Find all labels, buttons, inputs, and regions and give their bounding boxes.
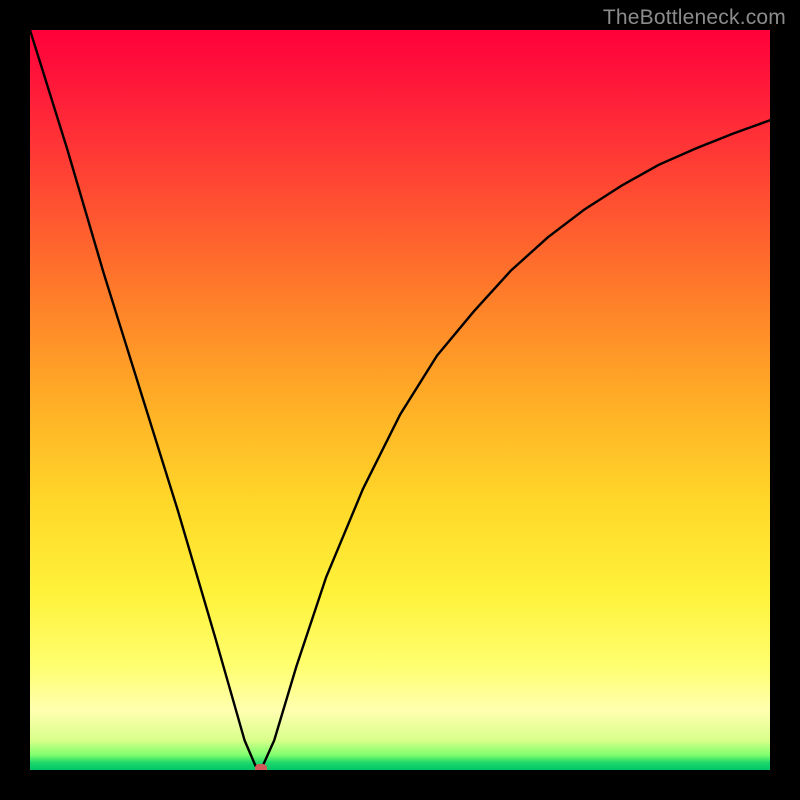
optimal-point-marker bbox=[255, 764, 267, 770]
plot-area bbox=[30, 30, 770, 770]
bottleneck-curve bbox=[30, 30, 770, 770]
watermark-text: TheBottleneck.com bbox=[603, 6, 786, 30]
chart-frame: TheBottleneck.com bbox=[0, 0, 800, 800]
